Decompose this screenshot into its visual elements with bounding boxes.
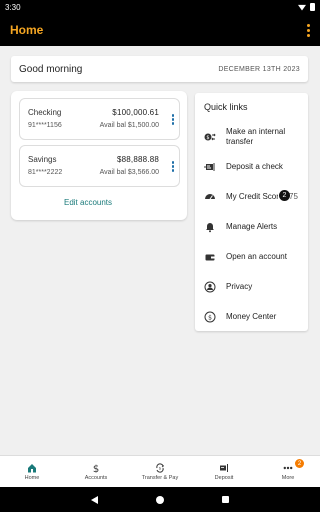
account-name: Checking	[28, 108, 62, 117]
bell-icon	[204, 221, 216, 233]
nav-label: Home	[24, 474, 40, 481]
credit-score-badge: 2	[279, 190, 290, 201]
quick-link-privacy[interactable]: Privacy	[204, 281, 308, 293]
nav-transfer-pay[interactable]: $ Transfer & Pay	[128, 456, 192, 487]
account-checking[interactable]: Checking 91****1156 $100,000.61 Avail ba…	[19, 98, 180, 140]
quick-link-internal-transfer[interactable]: $ Make an internal transfer	[204, 127, 308, 147]
account-savings[interactable]: Savings 81****2222 $88,888.88 Avail bal …	[19, 145, 180, 187]
svg-text:$: $	[93, 464, 99, 473]
greeting-date: DECEMBER 13TH 2023	[218, 65, 300, 73]
quick-link-label: Money Center	[226, 312, 277, 321]
account-menu-icon[interactable]	[171, 114, 174, 125]
nav-accounts[interactable]: $ Accounts	[64, 456, 128, 487]
nav-label: Accounts	[84, 474, 108, 481]
quick-link-label: Make an internal transfer	[226, 127, 286, 146]
status-bar: 3:30	[0, 0, 320, 14]
nav-deposit[interactable]: Deposit	[192, 456, 256, 487]
svg-text:$: $	[208, 314, 212, 321]
recent-apps-icon[interactable]	[222, 496, 229, 503]
account-name: Savings	[28, 155, 57, 164]
account-balance: $88,888.88	[116, 155, 159, 164]
home-icon	[28, 463, 36, 472]
battery-icon	[310, 3, 315, 11]
edit-accounts-link[interactable]: Edit accounts	[0, 198, 176, 207]
quick-link-open-account[interactable]: Open an account	[204, 251, 308, 263]
system-navigation-bar	[0, 487, 320, 512]
quick-link-manage-alerts[interactable]: Manage Alerts	[204, 221, 308, 233]
transfer-pay-icon: $	[156, 462, 165, 473]
account-available: Avail bal $1,500.00	[99, 122, 159, 129]
greeting-card: Good morning DECEMBER 13TH 2023	[11, 56, 308, 82]
svg-text:$: $	[206, 135, 209, 141]
quick-link-label: Open an account	[226, 252, 287, 261]
quick-link-credit-score[interactable]: My Credit Score 75	[204, 191, 308, 203]
gauge-icon	[204, 191, 216, 203]
more-badge: 2	[295, 459, 304, 468]
svg-text:$: $	[159, 466, 161, 470]
person-icon	[204, 281, 216, 293]
overflow-menu-icon[interactable]	[307, 23, 310, 37]
quick-link-label: Privacy	[226, 282, 253, 291]
more-icon	[283, 466, 293, 469]
quick-links-title: Quick links	[204, 102, 248, 112]
nav-home[interactable]: Home	[0, 456, 64, 487]
app-bar: Home	[0, 14, 320, 46]
account-balance: $100,000.61	[112, 108, 159, 117]
bottom-navigation: Home $ Accounts $ Transfer & Pay Deposit…	[0, 455, 320, 487]
money-center-icon: $	[204, 311, 216, 323]
nav-label: More	[281, 474, 295, 481]
quick-link-label: Manage Alerts	[226, 222, 278, 231]
wifi-icon	[298, 4, 306, 11]
nav-label: Deposit	[214, 474, 234, 481]
quick-link-label: Deposit a check	[226, 162, 283, 171]
wallet-icon	[204, 251, 216, 263]
status-icons	[298, 3, 315, 11]
deposit-icon	[220, 463, 228, 472]
check-deposit-icon	[204, 161, 216, 173]
greeting-text: Good morning	[19, 63, 83, 75]
quick-link-label: My Credit Score	[226, 192, 278, 201]
quick-links-panel: Quick links $ Make an internal transfer …	[195, 93, 308, 331]
system-home-icon[interactable]	[156, 495, 164, 504]
nav-label: Transfer & Pay	[141, 474, 179, 481]
quick-link-money-center[interactable]: $ Money Center	[204, 311, 308, 323]
quick-link-deposit-check[interactable]: Deposit a check	[204, 161, 308, 173]
back-icon[interactable]	[91, 495, 98, 504]
account-menu-icon[interactable]	[171, 161, 174, 172]
status-time: 3:30	[5, 2, 21, 12]
credit-score-value: 75	[289, 192, 298, 201]
account-number: 91****1156	[28, 122, 62, 129]
transfer-icon: $	[204, 131, 216, 143]
nav-more[interactable]: More 2	[256, 456, 320, 487]
account-available: Avail bal $3,566.00	[99, 169, 159, 176]
page-title: Home	[10, 23, 44, 37]
dollar-icon: $	[93, 464, 99, 473]
account-number: 81****2222	[28, 169, 63, 176]
